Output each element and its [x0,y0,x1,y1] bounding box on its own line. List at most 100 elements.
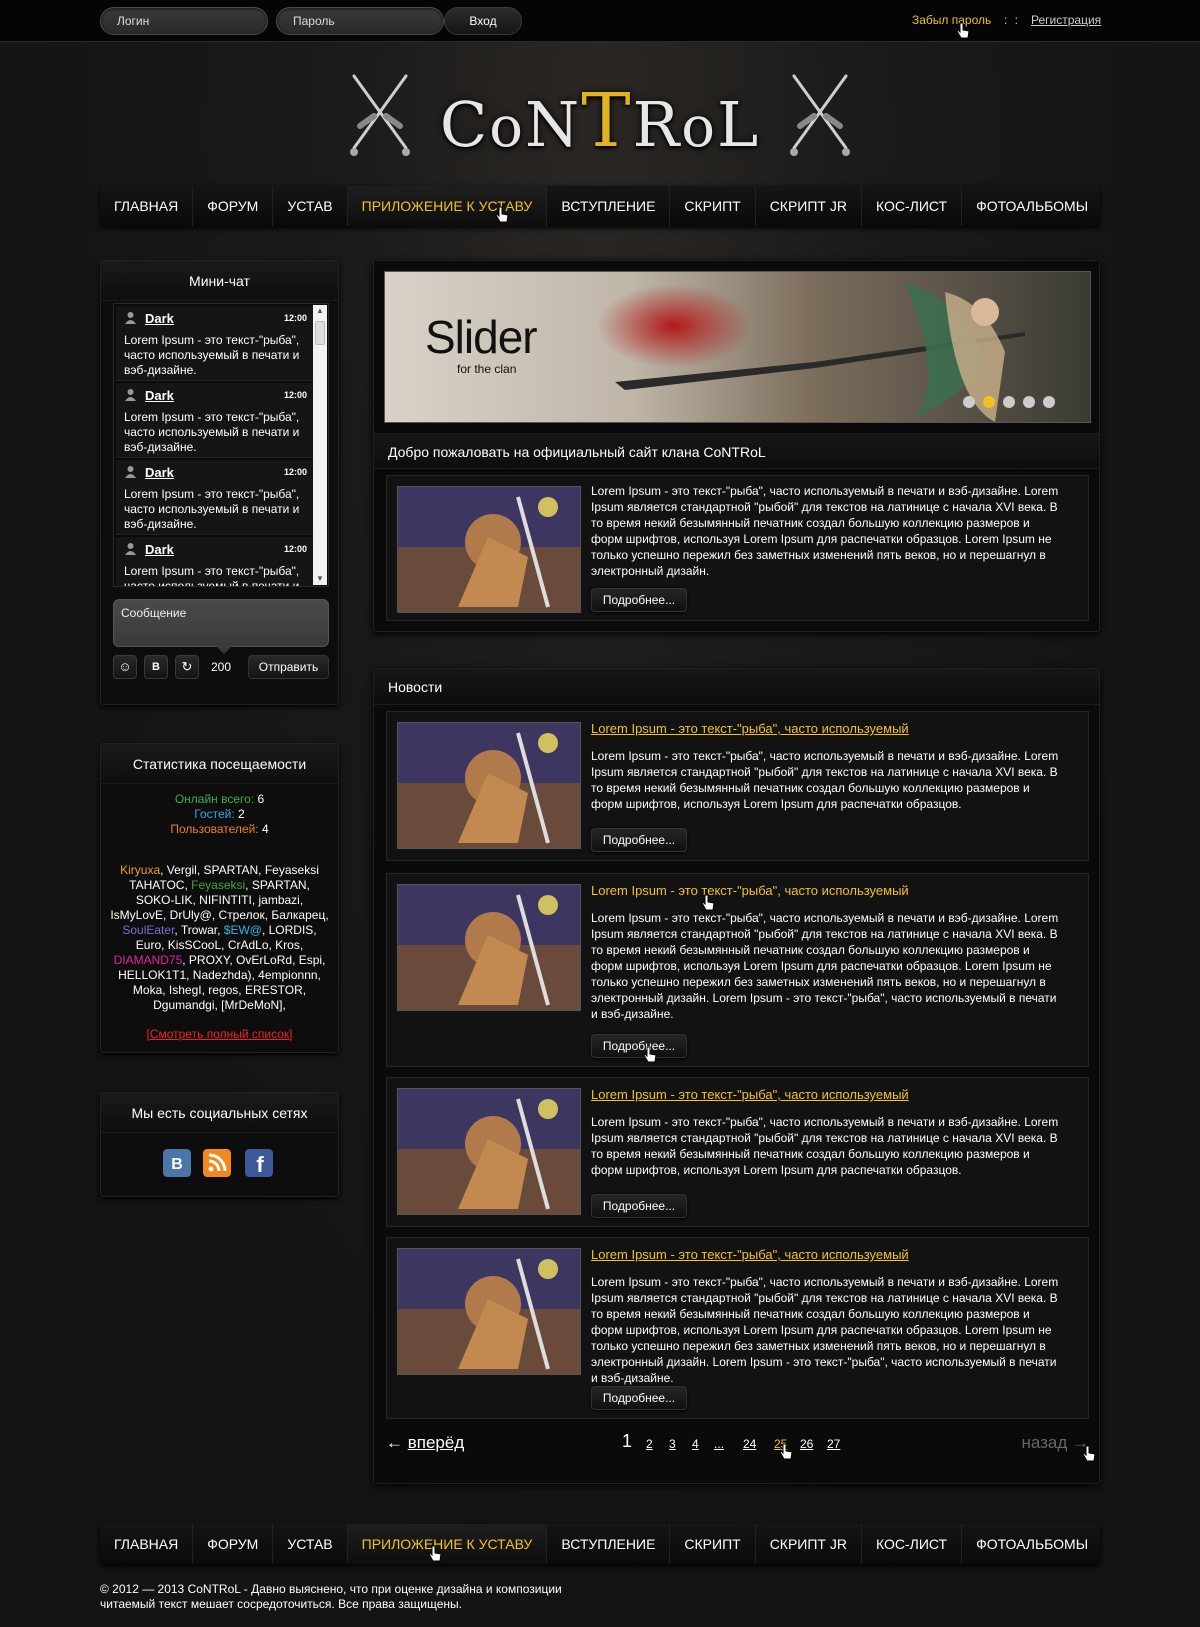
news-title-link[interactable]: Lorem Ipsum - это текст-"рыба", часто ис… [591,721,909,736]
pagination: ← вперёд 1 2 3 4 ... 24 25 26 27 назад → [386,1429,1096,1462]
scroll-down-icon[interactable]: ▼ [313,573,327,585]
chat-username[interactable]: Dark [145,311,174,326]
pager-forward-link[interactable]: ← вперёд [386,1433,464,1453]
nav-item-join[interactable]: ВСТУПЛЕНИЕ [547,186,671,226]
nav-item-kos-list[interactable]: КОС-ЛИСТ [862,186,963,226]
nav-item-kos-list[interactable]: КОС-ЛИСТ [862,1524,963,1564]
more-button[interactable]: Подробнее... [591,588,687,612]
nav-item-photo-albums[interactable]: ФОТОАЛЬБОМЫ [962,1524,1102,1564]
chat-message-list[interactable]: Dark 12:00 Lorem Ipsum - это текст-"рыба… [113,303,329,587]
page-link[interactable]: 26 [800,1437,813,1451]
warrior-image [398,487,580,612]
chat-scrollbar[interactable]: ▲ ▼ [313,305,327,585]
nav-item-forum[interactable]: ФОРУМ [193,1524,274,1564]
send-button[interactable]: Отправить [248,655,329,679]
slider-dot[interactable] [1023,396,1035,408]
nav-item-home[interactable]: ГЛАВНАЯ [100,1524,194,1564]
refresh-icon[interactable]: ↻ [175,655,199,679]
hand-cursor-icon [1082,1445,1096,1462]
page-link[interactable]: 27 [827,1437,840,1451]
news-text: Lorem Ipsum - это текст-"рыба", часто ис… [591,749,1059,811]
page-link[interactable]: 24 [743,1437,756,1451]
register-link[interactable]: Регистрация [1031,13,1101,27]
mini-chat-box: Мини-чат Dark 12:00 Lorem Ipsum - это те… [100,260,339,705]
welcome-thumbnail[interactable] [397,486,581,613]
mini-chat-title: Мини-чат [101,261,338,301]
login-button[interactable]: Вход [444,7,522,35]
nav-item-script-jr[interactable]: СКРИПТ JR [756,1524,862,1564]
page-link[interactable]: 3 [669,1437,676,1451]
nav-item-join[interactable]: ВСТУПЛЕНИЕ [547,1524,671,1564]
scroll-up-icon[interactable]: ▲ [313,305,327,317]
news-thumbnail[interactable] [397,1248,581,1375]
page-ellipsis[interactable]: ... [714,1437,724,1451]
pager-forward-label: вперёд [407,1433,465,1452]
more-button[interactable]: Подробнее... [591,828,687,852]
chat-username[interactable]: Dark [145,542,174,557]
stats-counts: Онлайн всего: 6 Гостей: 2 Пользователей:… [101,792,338,837]
chat-message: Dark 12:00 Lorem Ipsum - это текст-"рыба… [116,460,313,535]
news-thumbnail[interactable] [397,722,581,849]
scrollbar-thumb[interactable] [315,321,325,345]
chat-message-input[interactable]: Сообщение [113,599,329,654]
svg-text:f: f [256,1152,264,1177]
guests-value: 2 [238,807,245,821]
more-button[interactable]: Подробнее... [591,1034,687,1058]
chat-username[interactable]: Dark [145,388,174,403]
news-thumbnail[interactable] [397,884,581,1011]
slider-dot-active[interactable] [983,396,995,408]
news-title-link[interactable]: Lorem Ipsum - это текст-"рыба", часто ис… [591,883,909,898]
news-item: Lorem Ipsum - это текст-"рыба", часто ис… [386,873,1089,1067]
vk-icon[interactable]: B [163,1149,191,1177]
nav-item-forum[interactable]: ФОРУМ [193,186,274,226]
image-slider[interactable]: Slider for the clan [384,271,1091,423]
nav-item-script[interactable]: СКРИПТ [670,186,756,226]
nav-item-charter[interactable]: УСТАВ [273,1524,348,1564]
site-logo[interactable]: CoNTRoL [340,64,860,164]
facebook-icon[interactable]: f [245,1149,273,1177]
news-title-link[interactable]: Lorem Ipsum - это текст-"рыба", часто ис… [591,1247,909,1262]
smiley-icon[interactable]: ☺ [113,655,137,679]
login-input[interactable]: Логин [100,7,268,35]
password-input[interactable]: Пароль [276,7,444,35]
slider-dot[interactable] [963,396,975,408]
user-icon [125,466,136,478]
more-button[interactable]: Подробнее... [591,1194,687,1218]
welcome-title: Добро пожаловать на официальный сайт кла… [374,433,1099,469]
forgot-password-link[interactable]: Забыл пароль [912,13,991,27]
news-text: Lorem Ipsum - это текст-"рыба", часто ис… [591,1275,1059,1385]
news-title-link[interactable]: Lorem Ipsum - это текст-"рыба", часто ис… [591,1087,909,1102]
more-button[interactable]: Подробнее... [591,1386,687,1410]
slider-subtitle: for the clan [457,362,517,376]
chat-username[interactable]: Dark [145,465,174,480]
page-link[interactable]: 2 [646,1437,653,1451]
hand-cursor-icon [779,1443,793,1460]
users-label: Пользователей: [170,822,259,836]
news-text: Lorem Ipsum - это текст-"рыба", часто ис… [591,911,1059,1021]
stats-box: Статистика посещаемости Онлайн всего: 6 … [100,743,339,1053]
chat-time: 12:00 [283,467,307,477]
rss-icon[interactable] [203,1149,231,1177]
slider-dot[interactable] [1043,396,1055,408]
welcome-panel: Slider for the clan Добро пожаловать на … [373,260,1100,632]
nav-item-charter-appendix[interactable]: ПРИЛОЖЕНИЕ К УСТАВУ [347,1524,548,1564]
hand-cursor-icon [495,206,509,223]
full-list-link[interactable]: [Смотреть полный список] [101,1027,338,1041]
bbcode-icon[interactable]: B [144,655,168,679]
nav-item-script[interactable]: СКРИПТ [670,1524,756,1564]
news-item: Lorem Ipsum - это текст-"рыба", часто ис… [386,1237,1089,1419]
page-link[interactable]: 4 [692,1437,699,1451]
nav-item-charter-appendix[interactable]: ПРИЛОЖЕНИЕ К УСТАВУ [347,186,548,226]
nav-item-home[interactable]: ГЛАВНАЯ [100,186,194,226]
chat-time: 12:00 [283,390,307,400]
nav-item-photo-albums[interactable]: ФОТОАЛЬБОМЫ [962,186,1102,226]
pager-back-link[interactable]: назад → [1021,1433,1089,1453]
online-label: Онлайн всего: [174,792,255,806]
chat-message-placeholder: Сообщение [121,606,187,620]
chat-text: Lorem Ipsum - это текст-"рыба", часто ис… [124,487,300,531]
nav-item-script-jr[interactable]: СКРИПТ JR [756,186,862,226]
news-thumbnail[interactable] [397,1088,581,1215]
nav-item-charter[interactable]: УСТАВ [273,186,348,226]
slider-dot[interactable] [1003,396,1015,408]
crossed-swords-icon [790,74,850,156]
